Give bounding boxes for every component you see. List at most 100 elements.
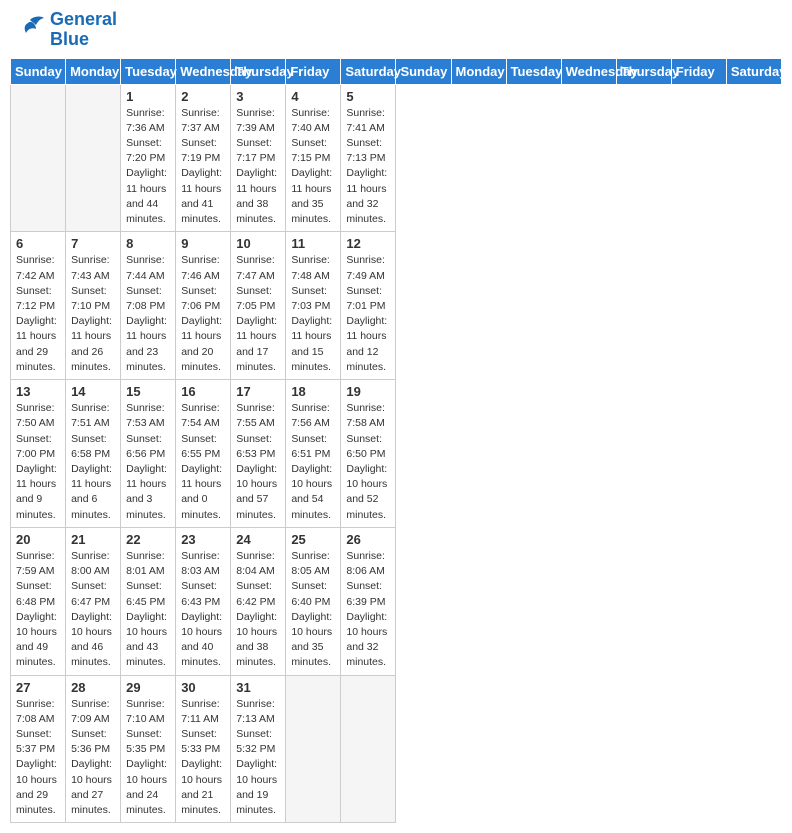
header-friday: Friday [286, 58, 341, 84]
calendar-cell: 17 Sunrise: 7:55 AM Sunset: 6:53 PM Dayli… [231, 380, 286, 528]
logo-icon [10, 15, 46, 45]
cell-info: Sunrise: 7:40 AM Sunset: 7:15 PM Dayligh… [291, 106, 335, 228]
cell-info: Sunrise: 7:09 AM Sunset: 5:36 PM Dayligh… [71, 697, 115, 819]
page-header: General Blue [10, 10, 782, 50]
day-number: 29 [126, 680, 170, 695]
col-header-wednesday: Wednesday [561, 58, 616, 84]
day-number: 26 [346, 532, 390, 547]
calendar-cell: 14 Sunrise: 7:51 AM Sunset: 6:58 PM Dayli… [66, 380, 121, 528]
week-row-3: 13 Sunrise: 7:50 AM Sunset: 7:00 PM Dayli… [11, 380, 782, 528]
cell-info: Sunrise: 7:50 AM Sunset: 7:00 PM Dayligh… [16, 401, 60, 523]
calendar-cell: 30 Sunrise: 7:11 AM Sunset: 5:33 PM Dayli… [176, 675, 231, 823]
cell-info: Sunrise: 7:36 AM Sunset: 7:20 PM Dayligh… [126, 106, 170, 228]
cell-info: Sunrise: 7:08 AM Sunset: 5:37 PM Dayligh… [16, 697, 60, 819]
day-number: 10 [236, 236, 280, 251]
calendar-cell: 19Sunrise: 7:58 AM Sunset: 6:50 PM Dayli… [341, 380, 396, 528]
col-header-tuesday: Tuesday [506, 58, 561, 84]
week-row-4: 20 Sunrise: 7:59 AM Sunset: 6:48 PM Dayli… [11, 527, 782, 675]
day-number: 16 [181, 384, 225, 399]
calendar-header-row: SundayMondayTuesdayWednesdayThursdayFrid… [11, 58, 782, 84]
cell-info: Sunrise: 7:11 AM Sunset: 5:33 PM Dayligh… [181, 697, 225, 819]
cell-info: Sunrise: 7:46 AM Sunset: 7:06 PM Dayligh… [181, 253, 225, 375]
day-number: 28 [71, 680, 115, 695]
cell-info: Sunrise: 7:10 AM Sunset: 5:35 PM Dayligh… [126, 697, 170, 819]
day-number: 18 [291, 384, 335, 399]
day-number: 9 [181, 236, 225, 251]
cell-info: Sunrise: 8:03 AM Sunset: 6:43 PM Dayligh… [181, 549, 225, 671]
day-number: 24 [236, 532, 280, 547]
cell-info: Sunrise: 7:44 AM Sunset: 7:08 PM Dayligh… [126, 253, 170, 375]
calendar-cell: 1 Sunrise: 7:36 AM Sunset: 7:20 PM Daylig… [121, 84, 176, 232]
calendar-cell: 5 Sunrise: 7:41 AM Sunset: 7:13 PM Daylig… [341, 84, 396, 232]
calendar-cell: 29 Sunrise: 7:10 AM Sunset: 5:35 PM Dayli… [121, 675, 176, 823]
day-number: 21 [71, 532, 115, 547]
calendar-cell: 8 Sunrise: 7:44 AM Sunset: 7:08 PM Daylig… [121, 232, 176, 380]
cell-info: Sunrise: 7:48 AM Sunset: 7:03 PM Dayligh… [291, 253, 335, 375]
calendar-cell: 9 Sunrise: 7:46 AM Sunset: 7:06 PM Daylig… [176, 232, 231, 380]
cell-info: Sunrise: 8:04 AM Sunset: 6:42 PM Dayligh… [236, 549, 280, 671]
calendar-cell: 15 Sunrise: 7:53 AM Sunset: 6:56 PM Dayli… [121, 380, 176, 528]
day-number: 3 [236, 89, 280, 104]
logo-text: General Blue [50, 10, 117, 50]
day-number: 23 [181, 532, 225, 547]
cell-info: Sunrise: 7:43 AM Sunset: 7:10 PM Dayligh… [71, 253, 115, 375]
calendar-cell: 22Sunrise: 8:01 AM Sunset: 6:45 PM Dayli… [121, 527, 176, 675]
day-number: 30 [181, 680, 225, 695]
calendar-cell: 13 Sunrise: 7:50 AM Sunset: 7:00 PM Dayli… [11, 380, 66, 528]
day-number: 20 [16, 532, 60, 547]
calendar-cell: 24 Sunrise: 8:04 AM Sunset: 6:42 PM Dayli… [231, 527, 286, 675]
cell-info: Sunrise: 7:42 AM Sunset: 7:12 PM Dayligh… [16, 253, 60, 375]
calendar-cell: 12 Sunrise: 7:49 AM Sunset: 7:01 PM Dayli… [341, 232, 396, 380]
day-number: 7 [71, 236, 115, 251]
calendar-cell: 23 Sunrise: 8:03 AM Sunset: 6:43 PM Dayli… [176, 527, 231, 675]
day-number: 19 [346, 384, 390, 399]
calendar-cell: 18 Sunrise: 7:56 AM Sunset: 6:51 PM Dayli… [286, 380, 341, 528]
header-sunday: Sunday [11, 58, 66, 84]
day-number: 11 [291, 236, 335, 251]
day-number: 31 [236, 680, 280, 695]
cell-info: Sunrise: 7:49 AM Sunset: 7:01 PM Dayligh… [346, 253, 390, 375]
logo: General Blue [10, 10, 117, 50]
day-number: 2 [181, 89, 225, 104]
cell-info: Sunrise: 7:56 AM Sunset: 6:51 PM Dayligh… [291, 401, 335, 523]
calendar-cell: 4 Sunrise: 7:40 AM Sunset: 7:15 PM Daylig… [286, 84, 341, 232]
cell-info: Sunrise: 7:51 AM Sunset: 6:58 PM Dayligh… [71, 401, 115, 523]
day-number: 8 [126, 236, 170, 251]
cell-info: Sunrise: 7:39 AM Sunset: 7:17 PM Dayligh… [236, 106, 280, 228]
cell-info: Sunrise: 7:59 AM Sunset: 6:48 PM Dayligh… [16, 549, 60, 671]
calendar-cell: 31Sunrise: 7:13 AM Sunset: 5:32 PM Dayli… [231, 675, 286, 823]
calendar-cell: 26 Sunrise: 8:06 AM Sunset: 6:39 PM Dayli… [341, 527, 396, 675]
calendar-cell [341, 675, 396, 823]
calendar-cell: 28 Sunrise: 7:09 AM Sunset: 5:36 PM Dayli… [66, 675, 121, 823]
header-monday: Monday [66, 58, 121, 84]
cell-info: Sunrise: 8:05 AM Sunset: 6:40 PM Dayligh… [291, 549, 335, 671]
cell-info: Sunrise: 7:41 AM Sunset: 7:13 PM Dayligh… [346, 106, 390, 228]
day-number: 15 [126, 384, 170, 399]
day-number: 12 [346, 236, 390, 251]
calendar-cell: 20 Sunrise: 7:59 AM Sunset: 6:48 PM Dayli… [11, 527, 66, 675]
cell-info: Sunrise: 8:06 AM Sunset: 6:39 PM Dayligh… [346, 549, 390, 671]
day-number: 5 [346, 89, 390, 104]
day-number: 17 [236, 384, 280, 399]
cell-info: Sunrise: 7:55 AM Sunset: 6:53 PM Dayligh… [236, 401, 280, 523]
cell-info: Sunrise: 7:54 AM Sunset: 6:55 PM Dayligh… [181, 401, 225, 523]
calendar-cell: 21Sunrise: 8:00 AM Sunset: 6:47 PM Dayli… [66, 527, 121, 675]
col-header-thursday: Thursday [616, 58, 671, 84]
calendar-cell: 11 Sunrise: 7:48 AM Sunset: 7:03 PM Dayli… [286, 232, 341, 380]
header-thursday: Thursday [231, 58, 286, 84]
week-row-5: 27Sunrise: 7:08 AM Sunset: 5:37 PM Dayli… [11, 675, 782, 823]
calendar-cell: 27Sunrise: 7:08 AM Sunset: 5:37 PM Dayli… [11, 675, 66, 823]
calendar-cell: 10Sunrise: 7:47 AM Sunset: 7:05 PM Dayli… [231, 232, 286, 380]
header-saturday: Saturday [341, 58, 396, 84]
calendar-cell: 3 Sunrise: 7:39 AM Sunset: 7:17 PM Daylig… [231, 84, 286, 232]
col-header-saturday: Saturday [726, 58, 781, 84]
day-number: 14 [71, 384, 115, 399]
calendar-cell [286, 675, 341, 823]
day-number: 13 [16, 384, 60, 399]
day-number: 1 [126, 89, 170, 104]
col-header-friday: Friday [671, 58, 726, 84]
cell-info: Sunrise: 7:53 AM Sunset: 6:56 PM Dayligh… [126, 401, 170, 523]
day-number: 4 [291, 89, 335, 104]
week-row-2: 6 Sunrise: 7:42 AM Sunset: 7:12 PM Daylig… [11, 232, 782, 380]
day-number: 6 [16, 236, 60, 251]
